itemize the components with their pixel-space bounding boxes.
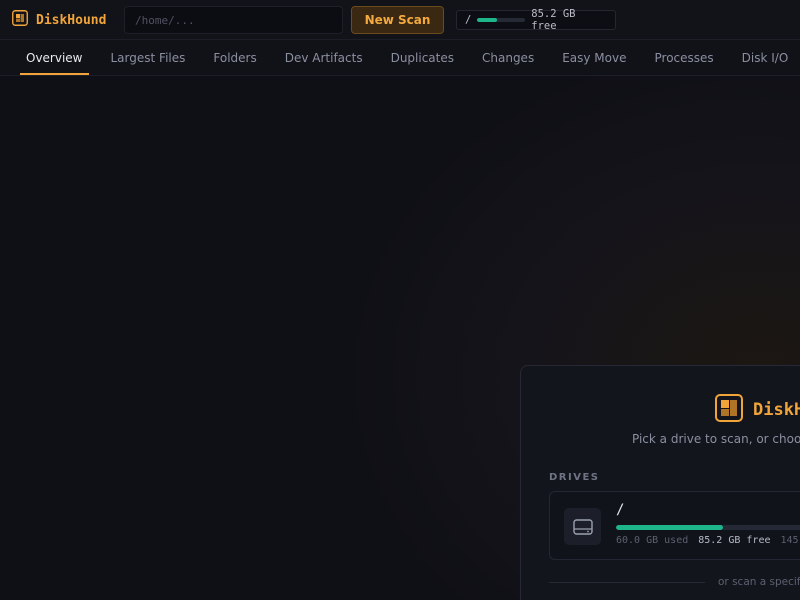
tab-folders[interactable]: Folders: [199, 40, 270, 75]
drive-usage-bar: [477, 18, 526, 22]
tab-disk-io[interactable]: Disk I/O: [728, 40, 800, 75]
drive-usage-bar: [616, 525, 800, 530]
app-name: DiskHound: [36, 12, 107, 28]
drive-usage-fill: [616, 525, 723, 530]
drives-heading: DRIVES: [549, 472, 600, 483]
drive-free-label: 85.2 GB free: [698, 535, 771, 546]
drive-mount: /: [465, 14, 472, 26]
tab-largest-files[interactable]: Largest Files: [97, 40, 200, 75]
drive-usage-fill: [477, 18, 497, 22]
brand: DiskHound: [12, 10, 107, 30]
card-title: DiskHound: [753, 400, 800, 420]
drive-total-label: 145.2 GB: [780, 535, 800, 546]
diskhound-logo-icon: [715, 394, 743, 426]
new-scan-button[interactable]: New Scan: [351, 6, 444, 34]
tab-changes[interactable]: Changes: [468, 40, 548, 75]
divider: [549, 582, 705, 583]
welcome-card: DiskHound Pick a drive to scan, or choos…: [520, 365, 800, 600]
card-subtitle: Pick a drive to scan, or choose a folder: [632, 432, 800, 446]
scan-folder-link[interactable]: or scan a specific folder: [718, 576, 800, 588]
drive-row-root[interactable]: / 60.0 GB used 85.2 GB free 145.2 GB: [549, 491, 800, 560]
app-window: DiskHound New Scan / 85.2 GB free Overvi…: [0, 0, 800, 600]
top-bar: DiskHound New Scan / 85.2 GB free: [0, 0, 800, 40]
main-content: DiskHound Pick a drive to scan, or choos…: [0, 76, 800, 600]
hard-drive-icon: [564, 508, 601, 545]
card-header: DiskHound: [715, 394, 800, 426]
diskhound-logo-icon: [12, 10, 28, 30]
tab-processes[interactable]: Processes: [641, 40, 728, 75]
drive-used-label: 60.0 GB used: [616, 535, 689, 546]
path-input[interactable]: [124, 6, 343, 34]
tab-overview[interactable]: Overview: [12, 40, 97, 75]
drive-stats: 60.0 GB used 85.2 GB free 145.2 GB: [616, 535, 800, 546]
tab-easy-move[interactable]: Easy Move: [548, 40, 640, 75]
drive-free-label: 85.2 GB free: [531, 8, 576, 32]
tab-duplicates[interactable]: Duplicates: [377, 40, 468, 75]
drive-status-pill[interactable]: / 85.2 GB free: [456, 8, 616, 32]
drive-name: /: [616, 502, 625, 518]
tab-dev-artifacts[interactable]: Dev Artifacts: [271, 40, 377, 75]
tab-bar: Overview Largest Files Folders Dev Artif…: [0, 40, 800, 76]
